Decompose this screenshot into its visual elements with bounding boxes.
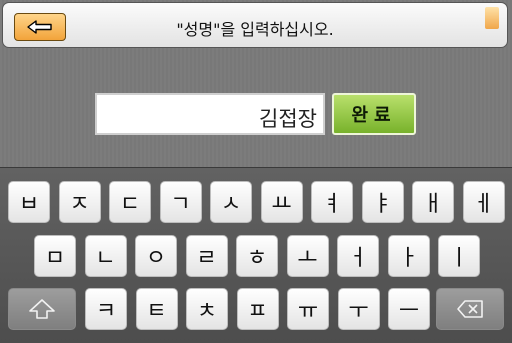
key[interactable]: ㅣ	[438, 235, 480, 277]
key[interactable]: ㅊ	[186, 288, 228, 330]
shift-key[interactable]	[8, 288, 76, 330]
backspace-icon	[457, 300, 483, 318]
key[interactable]: ㅕ	[311, 181, 353, 223]
key[interactable]: ㄴ	[84, 235, 127, 277]
key[interactable]: ㅜ	[337, 288, 380, 330]
key[interactable]: ㄹ	[185, 235, 228, 277]
back-button[interactable]	[14, 13, 66, 41]
key[interactable]: ㅐ	[412, 181, 454, 223]
key[interactable]: ㄷ	[109, 181, 151, 223]
done-button[interactable]: 완료	[332, 93, 416, 135]
header-bar: "성명"을 입력하십시오.	[2, 2, 508, 48]
page-title: "성명"을 입력하십시오.	[176, 20, 334, 39]
key[interactable]: ㅈ	[58, 181, 101, 223]
key[interactable]: ㅌ	[135, 288, 178, 330]
key[interactable]: ㅏ	[387, 235, 430, 277]
corner-tab	[485, 7, 499, 29]
key[interactable]: ㅠ	[287, 288, 329, 330]
korean-keyboard: ㅂㅈㄷㄱㅅㅛㅕㅑㅐㅔㅁㄴㅇㄹㅎㅗㅓㅏㅣㅋㅌㅊㅍㅠㅜㅡ	[0, 167, 512, 343]
key[interactable]: ㅍ	[236, 288, 279, 330]
key[interactable]: ㅇ	[135, 235, 177, 277]
shift-arrow-icon	[29, 299, 55, 319]
key[interactable]: ㅋ	[85, 288, 127, 330]
key[interactable]: ㅎ	[236, 235, 278, 277]
key[interactable]: ㅔ	[462, 181, 505, 223]
name-input-field[interactable]: 김접장	[95, 93, 325, 135]
backspace-key[interactable]	[436, 288, 504, 330]
key[interactable]: ㄱ	[159, 181, 202, 223]
key[interactable]: ㅅ	[210, 181, 252, 223]
key[interactable]: ㅗ	[286, 235, 329, 277]
key[interactable]: ㅑ	[361, 181, 404, 223]
key[interactable]: ㅂ	[8, 181, 50, 223]
key[interactable]: ㅡ	[388, 288, 430, 330]
key[interactable]: ㅓ	[337, 235, 379, 277]
left-arrow-icon	[27, 20, 52, 34]
key[interactable]: ㅁ	[34, 235, 76, 277]
key[interactable]: ㅛ	[260, 181, 303, 223]
